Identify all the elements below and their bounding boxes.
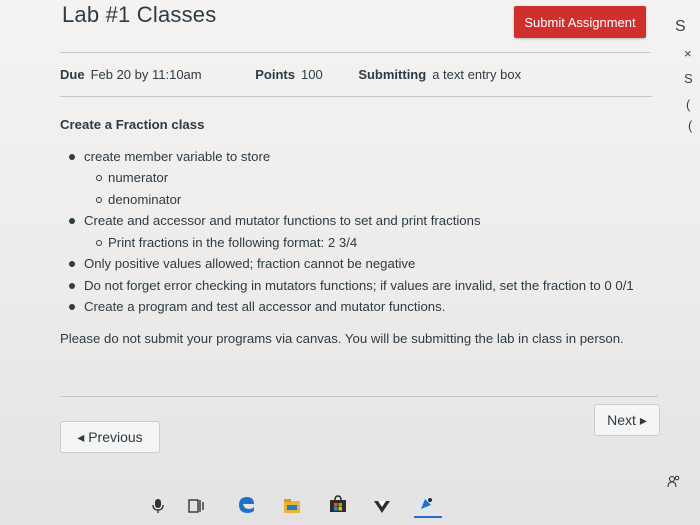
side-panel-close-icon[interactable]: ×	[684, 46, 692, 61]
arrow-app-icon[interactable]	[372, 496, 392, 516]
list-item-text: Only positive values allowed; fraction c…	[84, 256, 416, 271]
due-label: Due	[60, 67, 85, 82]
list-item: Do not forget error checking in mutators…	[66, 275, 654, 297]
requirements-list: create member variable to store numerato…	[60, 146, 660, 318]
list-item: create member variable to store numerato…	[66, 146, 660, 211]
sub-list-item: numerator	[94, 167, 660, 189]
list-item-text: Create and accessor and mutator function…	[84, 213, 481, 228]
previous-button[interactable]: ◂ Previous	[60, 421, 160, 453]
paint-app-icon[interactable]	[416, 494, 436, 514]
description-heading: Create a Fraction class	[60, 117, 205, 132]
page-title: Lab #1 Classes	[62, 2, 217, 27]
file-explorer-icon[interactable]	[282, 496, 302, 516]
due-value: Feb 20 by 11:10am	[90, 67, 202, 82]
next-button[interactable]: Next ▸	[594, 404, 660, 436]
list-item: Create a program and test all accessor a…	[66, 296, 660, 318]
sub-list-item: Print fractions in the following format:…	[94, 232, 660, 254]
submitting-value: a text entry box	[432, 67, 522, 82]
store-icon[interactable]	[328, 494, 348, 514]
edge-icon[interactable]	[236, 494, 256, 514]
people-icon[interactable]	[664, 472, 684, 492]
task-view-icon[interactable]	[186, 496, 206, 516]
submitting-label: Submitting	[358, 67, 427, 82]
submission-note: Please do not submit your programs via c…	[60, 330, 624, 346]
side-panel-letter: S	[675, 18, 686, 35]
list-item: Only positive values allowed; fraction c…	[66, 253, 660, 275]
divider	[60, 396, 658, 397]
list-item-text: create member variable to store	[84, 148, 271, 164]
taskbar	[0, 472, 700, 525]
side-panel-letter: S	[684, 71, 693, 86]
divider	[60, 52, 650, 53]
assignment-description: Create a Fraction class create member va…	[60, 114, 660, 349]
assignment-details: Due Feb 20 by 11:10am Points 100 Submittin…	[60, 67, 521, 82]
points-label: Points	[255, 67, 295, 82]
divider	[60, 96, 652, 97]
side-panel-letter: (	[688, 118, 693, 133]
sub-list: Print fractions in the following format:…	[84, 232, 660, 254]
sub-list: numerator denominator	[84, 167, 660, 210]
assignment-page: Lab #1 Classes Submit Assignment S × S (…	[0, 0, 700, 525]
points-value: 100	[300, 67, 323, 82]
side-panel-letter: (	[686, 97, 691, 112]
list-item: Create and accessor and mutator function…	[66, 210, 660, 253]
list-item-text: Do not forget error checking in mutators…	[84, 277, 634, 293]
sub-list-item: denominator	[94, 189, 660, 211]
list-item-text: Create a program and test all accessor a…	[84, 299, 446, 314]
submit-assignment-button[interactable]: Submit Assignment	[514, 6, 646, 38]
microphone-icon[interactable]	[148, 496, 168, 516]
active-app-indicator	[414, 516, 442, 518]
